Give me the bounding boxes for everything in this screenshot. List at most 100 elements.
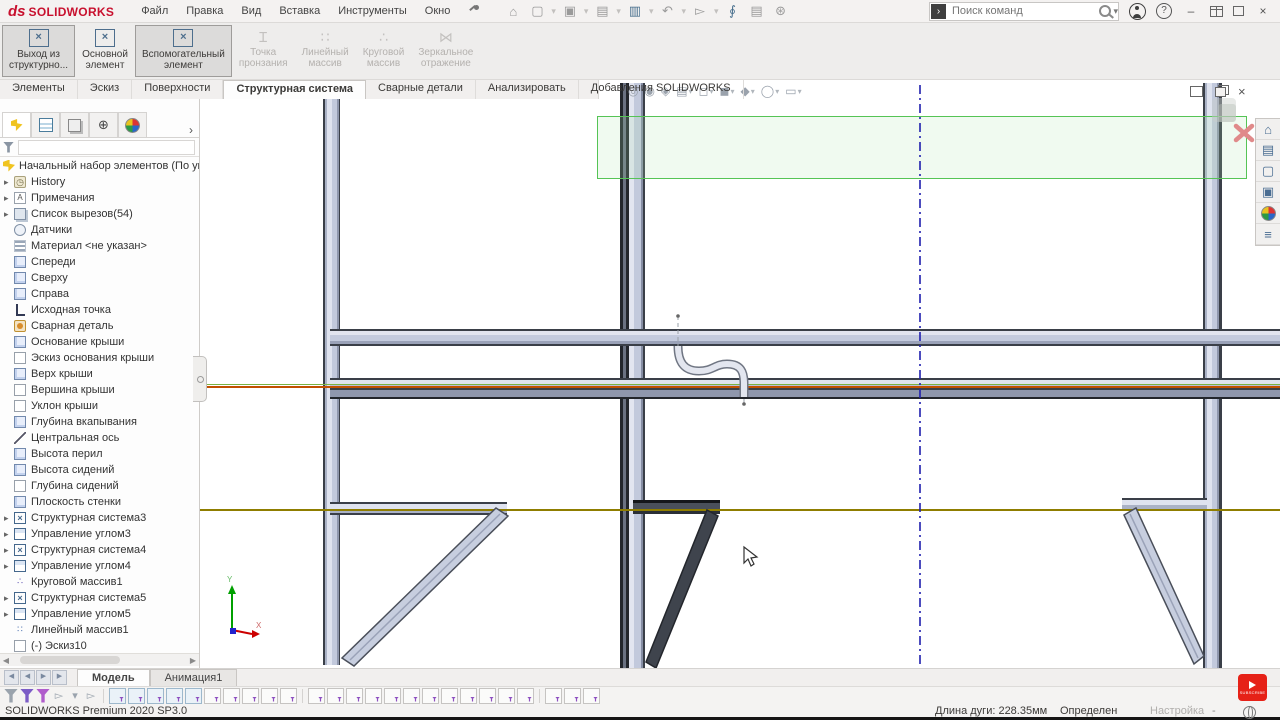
menu-file[interactable]: Файл [132, 5, 177, 17]
dropdown-caret-icon[interactable]: ▾ [714, 6, 719, 17]
sketch-line-olive[interactable] [200, 509, 1280, 511]
tree-horizontal-scrollbar[interactable]: ◀ ▶ [0, 653, 199, 666]
filter-geometric-tolerances-button[interactable] [498, 688, 515, 704]
configuration-manager-tab[interactable] [60, 112, 89, 137]
tree-item-top-plane[interactable]: Сверху [0, 270, 199, 286]
dropdown-caret-icon[interactable]: ▾ [551, 6, 556, 17]
tree-item-roof-base-sketch[interactable]: Эскиз основания крыши [0, 350, 199, 366]
filter-surface-bodies-button[interactable] [166, 688, 183, 704]
tree-item-seat-height[interactable]: Высота сидений [0, 462, 199, 478]
rebuild-icon[interactable]: ▤ [747, 3, 767, 19]
filter-reference-points-button[interactable] [280, 688, 297, 704]
window-minimize-button[interactable]: – [1182, 4, 1200, 18]
user-account-icon[interactable] [1129, 3, 1146, 20]
filter-dimensions-button[interactable] [384, 688, 401, 704]
home-tab-icon[interactable]: ⌂ [1256, 119, 1280, 140]
window-close-button[interactable]: × [1254, 4, 1272, 18]
tree-item-front-plane[interactable]: Спереди [0, 254, 199, 270]
sketch-line-green[interactable] [205, 384, 1280, 385]
clear-filters-icon[interactable] [20, 689, 34, 703]
tree-item-roof-peak[interactable]: Вершина крыши [0, 382, 199, 398]
tab-features[interactable]: Элементы [0, 80, 78, 99]
window-restore-button[interactable] [1233, 6, 1244, 16]
file-explorer-icon[interactable]: ▢ [1256, 161, 1280, 182]
first-tab-icon[interactable]: ◀ [4, 670, 19, 685]
tree-item-right-plane[interactable]: Справа [0, 286, 199, 302]
tree-item-origin[interactable]: Исходная точка [0, 302, 199, 318]
dimxpert-manager-tab[interactable]: ⊕ [89, 112, 118, 137]
tree-item-seat-depth[interactable]: Глубина сидений [0, 478, 199, 494]
next-tab-icon[interactable]: ▶ [36, 670, 51, 685]
tree-item-structural-system3[interactable]: ▸Структурная система3 [0, 510, 199, 526]
tree-item-roof-slope[interactable]: Уклон крыши [0, 398, 199, 414]
tab-surfaces[interactable]: Поверхности [132, 80, 223, 99]
feature-manager-tab[interactable] [2, 112, 31, 137]
filter-axes-button[interactable] [204, 688, 221, 704]
secondary-member-button[interactable]: × Вспомогательный элемент [135, 25, 232, 77]
dropdown-caret-icon[interactable]: ▾ [649, 6, 654, 17]
panel-splitter-handle[interactable] [193, 356, 207, 402]
select-icon[interactable]: ▻ [690, 3, 710, 19]
exit-structure-system-button[interactable]: × Выход из структурно... [2, 25, 75, 77]
frame-rail-upper[interactable] [330, 329, 1280, 346]
doc-minimize-icon[interactable] [1190, 86, 1203, 97]
tree-item-annotations[interactable]: ▸Примечания [0, 190, 199, 206]
tree-item-cutlist[interactable]: ▸Список вырезов(54) [0, 206, 199, 222]
select-cursor-icon[interactable]: ▻ [52, 689, 66, 703]
filter-coordinate-systems-button[interactable] [261, 688, 278, 704]
scroll-left-icon[interactable]: ◀ [0, 656, 12, 665]
bench-brace-middle[interactable] [646, 510, 718, 668]
filter-weld-beads-button[interactable] [441, 688, 458, 704]
filter-vertices-button[interactable] [109, 688, 126, 704]
doc-restore-icon[interactable] [1215, 87, 1226, 97]
tree-item-corner-management5[interactable]: ▸Управление углом5 [0, 606, 199, 622]
filter-planes-button[interactable] [223, 688, 240, 704]
filter-annotations-button[interactable] [403, 688, 420, 704]
tree-item-history[interactable]: ▸History [0, 174, 199, 190]
filter-toggle-icon[interactable] [4, 689, 18, 703]
display-manager-tab[interactable] [118, 112, 147, 137]
filter-surface-finish-button[interactable] [479, 688, 496, 704]
tree-item-sensors[interactable]: Датчики [0, 222, 199, 238]
settings-label[interactable]: Настройка [1150, 705, 1204, 717]
save-icon[interactable]: ▤ [592, 3, 612, 19]
property-manager-tab[interactable] [31, 112, 60, 137]
tree-item-circular-pattern1[interactable]: Круговой массив1 [0, 574, 199, 590]
graphics-viewport[interactable]: Y X ◎ ◉ ◈ ▤▾ ◻▾ ◼▾ ◆▾ ◯▾ ▭▾ × [200, 80, 1280, 668]
menu-insert[interactable]: Вставка [270, 5, 329, 17]
filter-solid-bodies-button[interactable] [185, 688, 202, 704]
tree-item-material[interactable]: Материал <не указан> [0, 238, 199, 254]
prev-tab-icon[interactable]: ◀ [20, 670, 35, 685]
dropdown-caret-icon[interactable]: ▾ [584, 6, 589, 17]
tree-item-sketch10[interactable]: (-) Эскиз10 [0, 638, 199, 654]
filter-connection-points-button[interactable] [564, 688, 581, 704]
tree-item-wall-plane[interactable]: Плоскость стенки [0, 494, 199, 510]
filter-faces-button[interactable] [147, 688, 164, 704]
bench-seat-middle[interactable] [633, 500, 720, 514]
tree-item-corner-management4[interactable]: ▸Управление углом4 [0, 558, 199, 574]
tree-item-roof-top[interactable]: Верх крыши [0, 366, 199, 382]
view-settings-icon[interactable]: ▭▾ [785, 84, 801, 98]
animation-tab[interactable]: Анимация1 [150, 669, 238, 686]
search-dropdown-icon[interactable]: ▾ [1113, 6, 1118, 17]
filter-origins-button[interactable] [242, 688, 259, 704]
filter-datums-button[interactable] [460, 688, 477, 704]
options-gear-icon[interactable]: ⊛ [771, 3, 791, 19]
tab-sketch[interactable]: Эскиз [78, 80, 132, 99]
search-input[interactable] [950, 4, 1099, 18]
menu-edit[interactable]: Правка [177, 5, 232, 17]
tree-item-structural-system4[interactable]: ▸Структурная система4 [0, 542, 199, 558]
panel-expand-icon[interactable]: › [189, 123, 193, 137]
undo-icon[interactable]: ↶ [657, 3, 677, 19]
active-filter-icon[interactable] [36, 689, 50, 703]
model-tab[interactable]: Модель [77, 669, 150, 686]
menu-view[interactable]: Вид [232, 5, 270, 17]
sketch-line-selected-orange[interactable] [205, 386, 1280, 388]
filter-edges-button[interactable] [128, 688, 145, 704]
sketch-point[interactable] [676, 314, 680, 318]
dropdown-caret-icon[interactable]: ▾ [681, 6, 686, 17]
tree-filter-input[interactable] [18, 140, 195, 155]
home-icon[interactable]: ⌂ [503, 4, 523, 19]
appearances-icon[interactable] [1256, 203, 1280, 224]
tab-evaluate[interactable]: Анализировать [476, 80, 579, 99]
